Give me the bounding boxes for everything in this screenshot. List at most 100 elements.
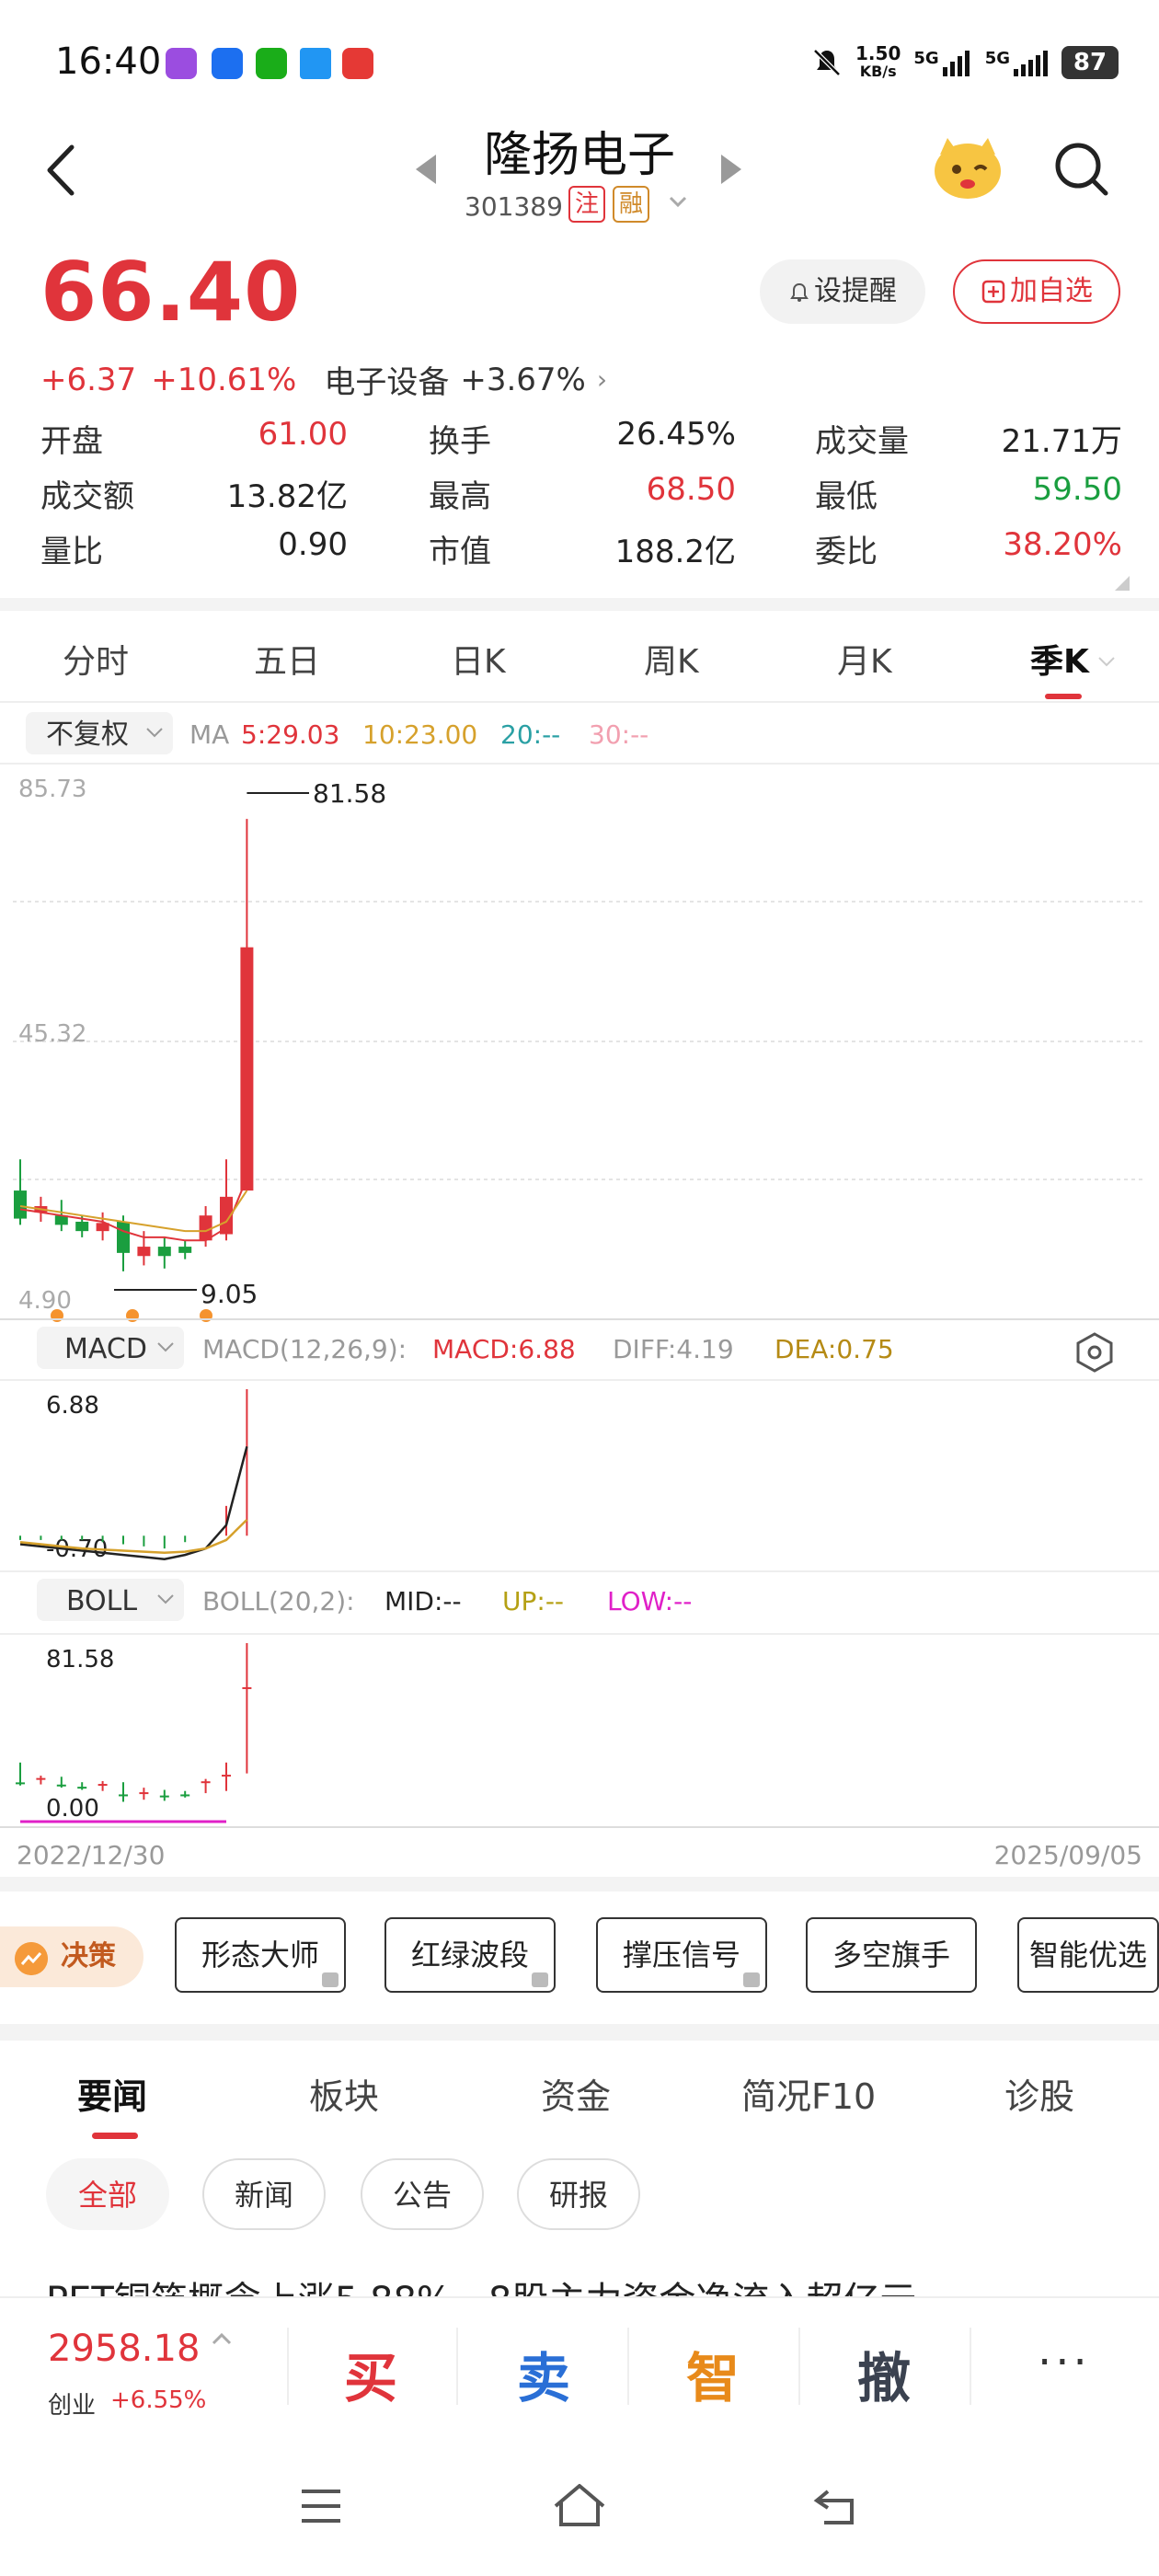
stat-label: 委比 [815, 534, 878, 570]
news-tab[interactable]: 板块 [309, 2068, 379, 2119]
period-chevron-icon [1098, 657, 1115, 667]
signal-2-label: 5G [984, 49, 1010, 68]
signal-1-label: 5G [913, 49, 939, 68]
tag-margin: 融 [613, 186, 649, 223]
stat-label: 成交量 [815, 423, 909, 460]
ma10-line [19, 1190, 248, 1233]
divider [0, 598, 1159, 611]
cancel-order-button[interactable]: 撤 [857, 2335, 911, 2412]
news-tab[interactable]: 简况F10 [741, 2068, 876, 2119]
tag-registration: 注 [568, 186, 605, 223]
period-tab[interactable]: 五日 [254, 635, 320, 683]
ma-lines-group [19, 1178, 248, 1242]
macd-selector[interactable]: MACD [64, 1333, 147, 1365]
chevron-down-icon[interactable] [666, 190, 690, 213]
min-price-label: 9.05 [201, 1279, 258, 1309]
app-icon-k [212, 48, 243, 79]
system-nav-bar [0, 2436, 1159, 2576]
trend-up-icon [15, 1942, 48, 1975]
settings-hex-icon[interactable] [1076, 1332, 1113, 1373]
smart-button[interactable]: 智 [686, 2335, 740, 2412]
search-icon[interactable] [1052, 140, 1111, 199]
period-tab[interactable]: 月K [837, 635, 892, 683]
stat-value: 68.50 [646, 471, 736, 508]
divider [0, 2024, 1159, 2041]
main-grid [13, 901, 1146, 1180]
boll-up-value: UP:-- [502, 1586, 564, 1616]
kline-chart[interactable]: 不复权 MA 5:29.03 10:23.00 20:-- 30:-- 85.7… [0, 705, 1159, 1873]
ma30-value: 30:-- [589, 719, 648, 750]
news-tab[interactable]: 诊股 [1004, 2068, 1074, 2119]
chevron-up-icon[interactable] [210, 2329, 234, 2348]
candle-body [157, 1247, 171, 1257]
macd-axis-top: 6.88 [46, 1392, 99, 1420]
period-tab[interactable]: 周K [644, 635, 699, 683]
news-tab[interactable]: 资金 [541, 2068, 611, 2119]
news-filter[interactable]: 全部 [46, 2158, 169, 2230]
tool-chip-label: 智能优选 [1028, 1938, 1147, 1972]
dea-value: DEA:0.75 [775, 1334, 894, 1364]
status-bar: 16:40 1.50 KB/s 5G 5G 87 [0, 0, 1159, 129]
add-watchlist-button[interactable]: 加自选 [953, 259, 1120, 324]
tool-chip[interactable]: 撑压信号 [596, 1917, 767, 1993]
sector-percent[interactable]: +3.67% [460, 362, 586, 398]
tool-chip-label: 撑压信号 [622, 1938, 740, 1972]
ma-label: MA [189, 719, 229, 750]
chart-svg[interactable]: 不复权 MA 5:29.03 10:23.00 20:-- 30:-- 85.7… [0, 705, 1159, 1873]
divider [456, 2328, 458, 2405]
period-tab[interactable]: 分时 [63, 635, 129, 683]
ma5-line [19, 1178, 248, 1242]
news-filter[interactable]: 新闻 [202, 2158, 326, 2230]
more-menu-button[interactable]: ··· [1038, 2337, 1091, 2388]
set-alert-label: 设提醒 [814, 275, 897, 307]
candle-body [178, 1247, 192, 1253]
tab-underline [1045, 694, 1082, 699]
news-tab[interactable]: 要闻 [77, 2068, 147, 2119]
period-tab[interactable]: 季K [1030, 635, 1117, 683]
period-tab[interactable]: 日K [451, 635, 506, 683]
tool-chip[interactable]: 智能优选 [1017, 1917, 1159, 1993]
set-alert-button[interactable]: 设提醒 [760, 259, 925, 324]
boll-params: BOLL(20,2): [202, 1586, 355, 1616]
candle-body [137, 1247, 151, 1257]
adjust-selector[interactable]: 不复权 [46, 719, 129, 751]
news-filter[interactable]: 研报 [517, 2158, 640, 2230]
expand-corner-icon[interactable] [1115, 576, 1130, 591]
change-value: +6.37 [40, 361, 137, 398]
buy-button[interactable]: 买 [344, 2335, 397, 2412]
stat-label: 成交额 [40, 478, 134, 515]
stat-label: 最低 [815, 478, 878, 515]
menu-icon[interactable] [300, 2488, 342, 2524]
index-change: +6.55% [110, 2386, 207, 2414]
sector-name[interactable]: 电子设备 [324, 357, 449, 402]
y-axis-mid: 45.32 [18, 1020, 86, 1048]
boll-low-value: LOW:-- [607, 1586, 692, 1616]
net-speed-unit: KB/s [859, 63, 897, 80]
diff-value: DIFF:4.19 [613, 1334, 734, 1364]
news-filter[interactable]: 公告 [361, 2158, 484, 2230]
tool-chip-label: 形态大师 [201, 1938, 319, 1972]
tool-chip[interactable]: 形态大师 [175, 1917, 346, 1993]
boll-selector[interactable]: BOLL [66, 1585, 137, 1617]
candle-body [75, 1221, 89, 1232]
next-stock-arrow-icon[interactable] [721, 155, 741, 184]
tool-chip[interactable]: 红绿波段 [384, 1917, 556, 1993]
stat-label: 换手 [429, 423, 491, 460]
ma5-value: 5:29.03 [241, 719, 339, 750]
stat-label: 最高 [429, 478, 491, 515]
stat-value: 26.45% [616, 416, 736, 453]
sell-button[interactable]: 卖 [517, 2335, 570, 2412]
mute-bell-icon [813, 49, 841, 76]
tab-underline [92, 2133, 138, 2139]
home-icon[interactable] [552, 2482, 607, 2528]
chevron-right-icon[interactable]: › [597, 364, 607, 395]
bell-icon [790, 282, 809, 302]
stat-label: 市值 [429, 534, 491, 570]
date-end: 2025/09/05 [994, 1840, 1142, 1870]
stock-code: 301389 [465, 191, 563, 222]
mascot-icon[interactable] [929, 134, 1006, 201]
tool-chip[interactable]: 多空旗手 [806, 1917, 977, 1993]
index-value[interactable]: 2958.18 [48, 2328, 200, 2370]
stat-value: 38.20% [1003, 526, 1122, 563]
back-nav-icon[interactable] [811, 2484, 859, 2526]
